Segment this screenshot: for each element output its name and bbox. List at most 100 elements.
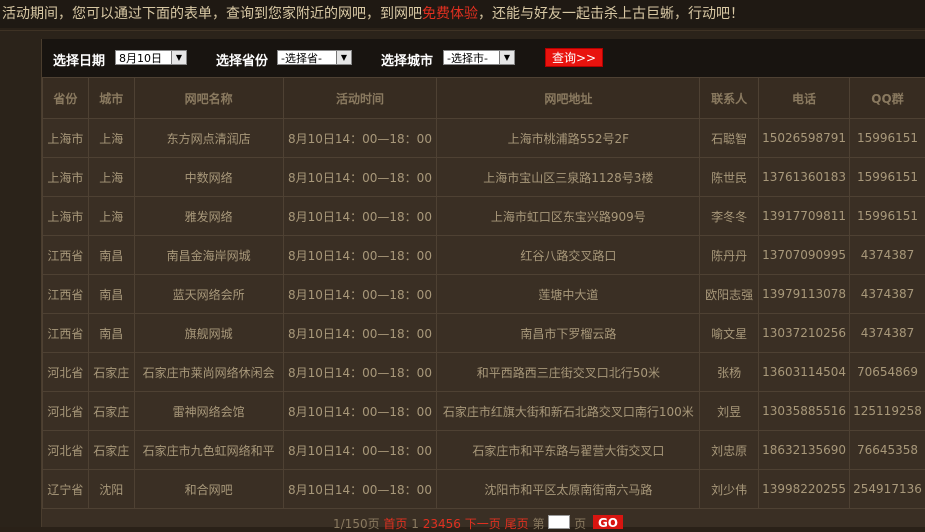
cell-col-cafe-name: 雷神网络会馆 [134,392,283,431]
cell-col-qq-group: 125119258 [850,392,925,431]
cell-col-address: 沈阳市和平区太原南街南六马路 [437,470,700,509]
cell-col-city: 石家庄 [88,431,134,470]
cell-col-qq-group: 70654869 [850,353,925,392]
cell-col-city: 沈阳 [88,470,134,509]
table-row: 江西省南昌南昌金海岸网城8月10日14：00—18：00红谷八路交叉路口陈丹丹1… [43,236,925,275]
cell-col-phone: 13037210256 [759,314,850,353]
cell-col-cafe-name: 蓝天网络会所 [134,275,283,314]
cell-col-contact: 刘昱 [700,392,759,431]
chevron-down-icon: ▼ [336,51,351,64]
go-button[interactable]: GO [593,515,623,529]
chevron-down-icon: ▼ [499,51,514,64]
city-select-value: -选择市- [447,52,488,65]
page-link[interactable]: 4 [438,517,446,531]
last-page-link[interactable]: 尾页 [505,517,529,531]
cell-col-province: 上海市 [43,158,89,197]
cell-col-address: 石家庄市红旗大街和新石北路交叉口南行100米 [437,392,700,431]
cell-col-event-time: 8月10日14：00—18：00 [283,119,437,158]
cell-col-event-time: 8月10日14：00—18：00 [283,197,437,236]
goto-prefix: 第 [532,517,544,531]
date-select-value: 8月10日 [119,52,162,65]
city-label: 选择城市 [381,50,433,69]
search-panel: 选择日期 8月10日 ▼ 选择省份 -选择省- ▼ 选择城市 -选择市- ▼ 查… [0,30,925,527]
cell-col-contact: 喻文星 [700,314,759,353]
first-page-link[interactable]: 首页 [383,517,407,531]
cell-col-address: 石家庄市和平东路与翟营大街交叉口 [437,431,700,470]
cell-col-qq-group: 15996151 [850,119,925,158]
city-select[interactable]: -选择市- ▼ [443,50,515,65]
cell-col-address: 上海市虹口区东宝兴路909号 [437,197,700,236]
cell-col-contact: 张杨 [700,353,759,392]
cell-col-address: 上海市宝山区三泉路1128号3楼 [437,158,700,197]
cell-col-province: 江西省 [43,314,89,353]
date-label: 选择日期 [53,50,105,69]
cell-col-cafe-name: 雅发网络 [134,197,283,236]
header-col-province: 省份 [43,78,89,119]
cell-col-city: 石家庄 [88,353,134,392]
cell-col-phone: 13035885516 [759,392,850,431]
table-row: 辽宁省沈阳和合网吧8月10日14：00—18：00沈阳市和平区太原南街南六马路刘… [43,470,925,509]
netcafe-table: 省份城市网吧名称活动时间网吧地址联系人电话QQ群 上海市上海东方网点清润店8月1… [42,77,925,509]
pagination: 1/150页 首页 1 23456 下一页 尾页 第 页 GO [42,515,925,529]
header-col-contact: 联系人 [700,78,759,119]
cell-col-city: 上海 [88,197,134,236]
page-link[interactable]: 3 [430,517,438,531]
cell-col-event-time: 8月10日14：00—18：00 [283,431,437,470]
table-row: 河北省石家庄石家庄市九色虹网络和平8月10日14：00—18：00石家庄市和平东… [43,431,925,470]
cell-col-contact: 李冬冬 [700,197,759,236]
table-row: 江西省南昌蓝天网络会所8月10日14：00—18：00莲塘中大道欧阳志强1397… [43,275,925,314]
header-col-phone: 电话 [759,78,850,119]
cell-col-province: 江西省 [43,275,89,314]
notice-text-after: ，还能与好友一起击杀上古巨蜥，行动吧！ [478,6,744,22]
cell-col-city: 南昌 [88,275,134,314]
cell-col-contact: 刘少伟 [700,470,759,509]
date-select[interactable]: 8月10日 ▼ [115,50,187,65]
results-frame: 选择日期 8月10日 ▼ 选择省份 -选择省- ▼ 选择城市 -选择市- ▼ 查… [41,39,925,527]
cell-col-cafe-name: 中数网络 [134,158,283,197]
cell-col-qq-group: 15996151 [850,158,925,197]
table-row: 河北省石家庄雷神网络会馆8月10日14：00—18：00石家庄市红旗大街和新石北… [43,392,925,431]
cell-col-event-time: 8月10日14：00—18：00 [283,158,437,197]
province-select[interactable]: -选择省- ▼ [277,50,352,65]
table-row: 上海市上海中数网络8月10日14：00—18：00上海市宝山区三泉路1128号3… [43,158,925,197]
cell-col-phone: 13979113078 [759,275,850,314]
cell-col-province: 河北省 [43,392,89,431]
query-button[interactable]: 查询>> [545,48,603,67]
cell-col-contact: 刘忠原 [700,431,759,470]
table-body: 上海市上海东方网点清润店8月10日14：00—18：00上海市桃浦路552号2F… [43,119,925,509]
goto-suffix: 页 [574,517,586,531]
cell-col-cafe-name: 石家庄市莱尚网络休闲会 [134,353,283,392]
cell-col-address: 莲塘中大道 [437,275,700,314]
page-summary: 1/150页 [333,517,380,531]
cell-col-province: 辽宁省 [43,470,89,509]
cell-col-qq-group: 254917136 [850,470,925,509]
cell-col-address: 上海市桃浦路552号2F [437,119,700,158]
cell-col-province: 河北省 [43,431,89,470]
cell-col-event-time: 8月10日14：00—18：00 [283,236,437,275]
cell-col-event-time: 8月10日14：00—18：00 [283,353,437,392]
cell-col-phone: 15026598791 [759,119,850,158]
chevron-down-icon: ▼ [171,51,186,64]
cell-col-cafe-name: 南昌金海岸网城 [134,236,283,275]
table-row: 河北省石家庄石家庄市莱尚网络休闲会8月10日14：00—18：00和平西路西三庄… [43,353,925,392]
table-row: 江西省南昌旗舰网城8月10日14：00—18：00南昌市下罗榴云路喻文星1303… [43,314,925,353]
cell-col-event-time: 8月10日14：00—18：00 [283,470,437,509]
cell-col-address: 红谷八路交叉路口 [437,236,700,275]
cell-col-qq-group: 4374387 [850,314,925,353]
filter-bar: 选择日期 8月10日 ▼ 选择省份 -选择省- ▼ 选择城市 -选择市- ▼ 查… [42,39,925,77]
page-number-input[interactable] [548,515,570,529]
cell-col-qq-group: 76645358 [850,431,925,470]
cell-col-cafe-name: 和合网吧 [134,470,283,509]
cell-col-qq-group: 4374387 [850,275,925,314]
table-row: 上海市上海东方网点清润店8月10日14：00—18：00上海市桃浦路552号2F… [43,119,925,158]
cell-col-event-time: 8月10日14：00—18：00 [283,314,437,353]
table-header-row: 省份城市网吧名称活动时间网吧地址联系人电话QQ群 [43,78,925,119]
cell-col-province: 上海市 [43,119,89,158]
next-page-link[interactable]: 下一页 [465,517,501,531]
cell-col-city: 石家庄 [88,392,134,431]
province-label: 选择省份 [216,50,268,69]
page-link[interactable]: 6 [453,517,461,531]
event-notice: 活动期间，您可以通过下面的表单，查询到您家附近的网吧，到网吧免费体验，还能与好友… [0,0,925,28]
header-col-cafe-name: 网吧名称 [134,78,283,119]
cell-col-phone: 13603114504 [759,353,850,392]
